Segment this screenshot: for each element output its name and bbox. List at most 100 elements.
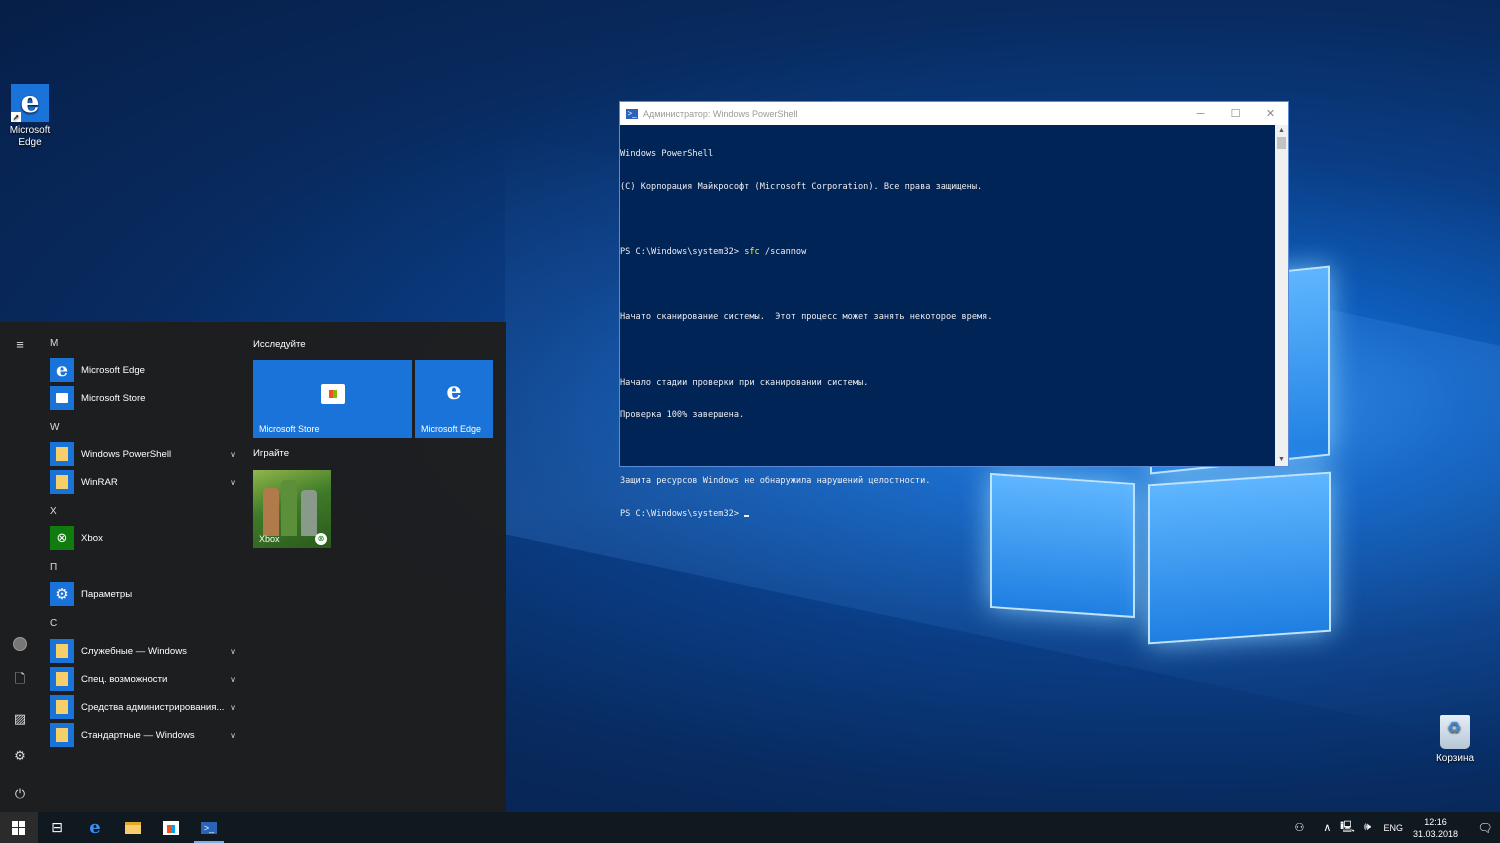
power-icon[interactable]: ⏻ [8, 784, 32, 804]
app-list-letter-header[interactable]: С [50, 618, 57, 629]
tile-group-title[interactable]: Играйте [253, 448, 289, 459]
network-icon[interactable]: 🖳 [1337, 818, 1357, 837]
tile-xbox[interactable]: Xbox ⊗ [253, 470, 331, 548]
desktop-icon-label: Edge [18, 137, 42, 148]
language-indicator[interactable]: ENG [1383, 823, 1403, 833]
folder-icon [50, 695, 74, 719]
app-list-letter-header[interactable]: M [50, 338, 58, 349]
app-list-item-windows-accessories[interactable]: Стандартные — Windows ∨ [50, 722, 240, 748]
hamburger-menu-icon[interactable]: ≡ [8, 334, 32, 354]
console-prompt: PS C:\Windows\system32> [620, 508, 745, 519]
tile-microsoft-store[interactable]: Microsoft Store [253, 360, 412, 438]
console-line: Windows PowerShell [620, 148, 714, 159]
taskbar-store-button[interactable] [152, 812, 190, 843]
volume-icon[interactable]: 🕪 [1357, 821, 1377, 834]
edge-icon: e [50, 358, 74, 382]
vertical-scrollbar[interactable]: ▲ ▼ [1275, 125, 1288, 466]
chevron-down-icon[interactable]: ∨ [226, 450, 240, 459]
tile-label: Microsoft Edge [421, 424, 482, 434]
minimize-button[interactable]: ─ [1183, 102, 1218, 125]
console-line: (C) Корпорация Майкрософт (Microsoft Cor… [620, 181, 983, 192]
app-list-item-windows-powershell[interactable]: Windows PowerShell ∨ [50, 441, 240, 467]
taskbar-powershell-button[interactable]: >_ [190, 812, 228, 843]
app-list-item-windows-system[interactable]: Служебные — Windows ∨ [50, 638, 240, 664]
app-list-letter-header[interactable]: W [50, 422, 59, 433]
desktop-icon-label: Корзина [1435, 753, 1475, 764]
console-line: Начато сканирование системы. Этот процес… [620, 312, 993, 323]
powershell-window[interactable]: >_ Администратор: Windows PowerShell ─ ☐… [619, 101, 1289, 519]
console-line: Проверка 100% завершена. [620, 410, 745, 421]
chevron-down-icon[interactable]: ∨ [226, 731, 240, 740]
store-icon [253, 384, 412, 404]
edge-icon: e [446, 376, 462, 405]
tiles-area: Исследуйте Microsoft Store e Microsoft E… [253, 322, 503, 812]
xbox-characters-image [261, 476, 323, 536]
clock[interactable]: 12:16 31.03.2018 [1413, 816, 1458, 840]
chevron-down-icon[interactable]: ∨ [226, 675, 240, 684]
folder-icon [50, 723, 74, 747]
start-button[interactable] [0, 812, 38, 843]
console-line: Начало стадии проверки при сканировании … [620, 377, 869, 388]
tile-group-title[interactable]: Исследуйте [253, 339, 306, 350]
app-name: WinRAR [81, 476, 118, 488]
action-center-icon[interactable]: 🗨 [1470, 821, 1500, 835]
app-list-item-ease-of-access[interactable]: Спец. возможности ∨ [50, 666, 240, 692]
app-list-item-xbox[interactable]: ⊗ Xbox [50, 525, 240, 551]
folder-icon [50, 667, 74, 691]
settings-gear-icon[interactable]: ⚙ [8, 746, 32, 766]
tile-label: Microsoft Store [259, 424, 320, 434]
scrollbar-thumb[interactable] [1277, 137, 1286, 149]
start-menu-rail: ≡ 🗋 ▨ ⚙ ⏻ [0, 322, 40, 812]
app-name: Windows PowerShell [81, 448, 172, 460]
app-name: Microsoft Store [81, 392, 146, 404]
text-cursor [744, 514, 750, 517]
chevron-up-icon[interactable]: ∧ [1317, 821, 1337, 834]
tile-microsoft-edge[interactable]: e Microsoft Edge [415, 360, 493, 438]
chevron-down-icon[interactable]: ∨ [226, 703, 240, 712]
user-account-button[interactable] [8, 634, 32, 654]
window-titlebar[interactable]: >_ Администратор: Windows PowerShell ─ ☐… [620, 102, 1288, 125]
task-view-button[interactable]: ⊟ [38, 812, 76, 843]
documents-icon[interactable]: 🗋 [8, 671, 32, 691]
shortcut-arrow-icon: ↗ [11, 112, 21, 122]
console-prompt-line: PS C:\Windows\system32> [620, 509, 1275, 520]
window-title: Администратор: Windows PowerShell [643, 108, 798, 119]
scroll-up-arrow-icon[interactable]: ▲ [1275, 125, 1288, 137]
app-list-letter-header[interactable]: П [50, 562, 57, 573]
app-list-item-settings[interactable]: ⚙ Параметры [50, 581, 240, 607]
system-tray: ⚇ ∧ 🖳 🕪 ENG 12:16 31.03.2018 🗨 [1289, 812, 1500, 843]
people-icon[interactable]: ⚇ [1289, 821, 1309, 834]
scroll-down-arrow-icon[interactable]: ▼ [1275, 454, 1288, 466]
app-list-item-microsoft-store[interactable]: Microsoft Store [50, 385, 240, 411]
clock-time: 12:16 [1424, 816, 1447, 827]
app-name: Microsoft Edge [81, 364, 145, 376]
clock-date: 31.03.2018 [1412, 828, 1458, 839]
desktop-icon-microsoft-edge[interactable]: e ↗ Microsoft Edge [0, 84, 60, 149]
desktop-icon-label: Microsoft [9, 125, 51, 136]
chevron-down-icon[interactable]: ∨ [226, 478, 240, 487]
start-menu: ≡ 🗋 ▨ ⚙ ⏻ M e Microsoft Edge Microsoft S… [0, 322, 506, 812]
app-list-item-administrative-tools[interactable]: Средства администрирования... ∨ [50, 694, 240, 720]
chevron-down-icon[interactable]: ∨ [226, 647, 240, 656]
console-output[interactable]: Windows PowerShell (C) Корпорация Майкро… [620, 125, 1275, 519]
folder-icon [50, 442, 74, 466]
close-button[interactable]: ✕ [1253, 102, 1288, 125]
taskbar-edge-button[interactable]: e [76, 812, 114, 843]
app-list-item-winrar[interactable]: WinRAR ∨ [50, 469, 240, 495]
maximize-button[interactable]: ☐ [1218, 102, 1253, 125]
app-name: Спец. возможности [81, 673, 168, 685]
pictures-icon[interactable]: ▨ [8, 709, 32, 729]
console-command-line: PS C:\Windows\system32> sfc /scannow [620, 247, 1275, 258]
xbox-icon: ⊗ [50, 526, 74, 550]
folder-icon [50, 639, 74, 663]
powershell-icon: >_ [626, 108, 638, 119]
folder-icon [50, 470, 74, 494]
desktop-icon-recycle-bin[interactable]: Корзина [1425, 715, 1485, 765]
task-view-icon: ⊟ [51, 819, 63, 835]
app-list-letter-header[interactable]: X [50, 506, 57, 517]
app-list-item-microsoft-edge[interactable]: e Microsoft Edge [50, 357, 240, 383]
taskbar-file-explorer-button[interactable] [114, 812, 152, 843]
file-explorer-icon [125, 821, 141, 834]
gear-icon: ⚙ [50, 582, 74, 606]
